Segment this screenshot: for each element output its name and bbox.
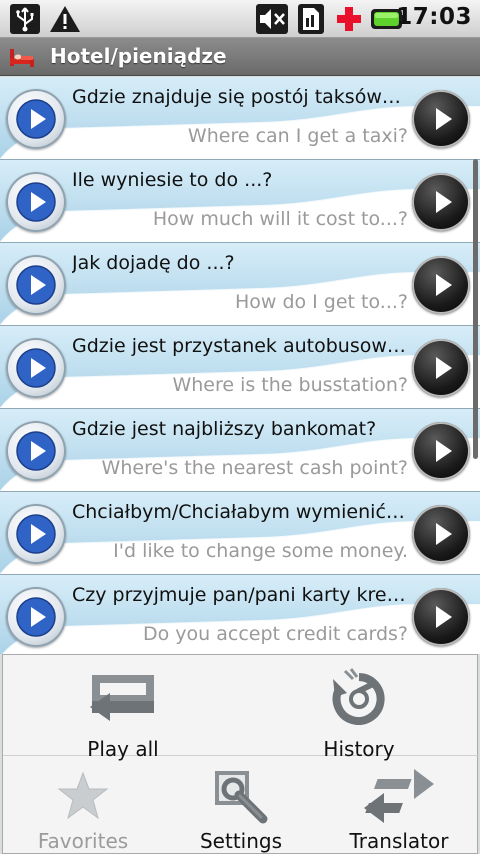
phrase-list[interactable]: Gdzie znajduje się postój taksówek? Where… xyxy=(0,77,480,654)
page-title: Hotel/pieniądze xyxy=(50,44,227,68)
repeat-icon xyxy=(43,663,203,725)
play-all-label: Play all xyxy=(87,737,159,761)
phrase-polish: Gdzie jest przystanek autobusowy? xyxy=(72,335,408,357)
phrase-english: Where can I get a taxi? xyxy=(187,125,408,147)
scrollbar[interactable] xyxy=(473,159,478,459)
play-icon xyxy=(436,606,452,628)
phrase-polish: Czy przyjmuje pan/pani karty kred... xyxy=(72,584,408,606)
phrase-english: Where is the busstation? xyxy=(172,374,408,396)
play-all-button[interactable]: Play all xyxy=(43,663,203,761)
hotel-bed-icon xyxy=(8,46,36,72)
play-polish-button[interactable] xyxy=(6,587,66,647)
favorites-label: Favorites xyxy=(37,829,129,853)
play-icon xyxy=(16,182,56,222)
phrase-polish: Gdzie jest najbliższy bankomat? xyxy=(72,418,377,440)
phrase-row[interactable]: Czy przyjmuje pan/pani karty kred... Do y… xyxy=(0,575,480,654)
favorites-button[interactable]: Favorites xyxy=(5,763,161,853)
play-polish-button[interactable] xyxy=(6,172,66,232)
play-english-button[interactable] xyxy=(412,173,470,231)
swap-arrows-icon xyxy=(321,763,477,825)
settings-button[interactable]: Settings xyxy=(163,763,319,853)
play-polish-button[interactable] xyxy=(6,338,66,398)
play-icon xyxy=(16,431,56,471)
history-label: History xyxy=(323,737,395,761)
phrase-row[interactable]: Ile wyniesie to do ...? How much will it … xyxy=(0,160,480,243)
play-polish-button[interactable] xyxy=(6,504,66,564)
phrase-polish: Ile wyniesie to do ...? xyxy=(72,169,273,191)
translator-label: Translator xyxy=(349,829,449,853)
status-bar: 17:03 xyxy=(0,0,480,38)
play-english-button[interactable] xyxy=(412,422,470,480)
play-english-button[interactable] xyxy=(412,90,470,148)
usb-icon xyxy=(10,4,40,38)
star-icon xyxy=(5,763,161,825)
play-english-button[interactable] xyxy=(412,588,470,646)
phrase-row[interactable]: Jak dojadę do ...? How do I get to...? xyxy=(0,243,480,326)
title-bar: Hotel/pieniądze xyxy=(0,38,480,76)
play-icon xyxy=(436,523,452,545)
play-icon xyxy=(436,191,452,213)
phrase-polish: Chciałbym/Chciałabym wymienić ... xyxy=(72,501,408,523)
clock: 17:03 xyxy=(396,4,472,30)
play-icon xyxy=(436,108,452,130)
play-icon xyxy=(436,440,452,462)
play-polish-button[interactable] xyxy=(6,89,66,149)
phrase-row[interactable]: Gdzie znajduje się postój taksówek? Where… xyxy=(0,77,480,160)
mute-icon xyxy=(256,4,288,38)
history-button[interactable]: History xyxy=(279,663,439,761)
phrase-polish: Gdzie znajduje się postój taksówek? xyxy=(72,86,408,108)
play-icon xyxy=(16,265,56,305)
phrase-row[interactable]: Gdzie jest przystanek autobusowy? Where i… xyxy=(0,326,480,409)
warning-icon xyxy=(48,4,82,38)
phrase-english: Do you accept credit cards? xyxy=(143,623,408,645)
play-english-button[interactable] xyxy=(412,339,470,397)
sim-icon xyxy=(298,4,324,38)
phrase-row[interactable]: Chciałbym/Chciałabym wymienić ... I'd lik… xyxy=(0,492,480,575)
phrase-english: How much will it cost to...? xyxy=(152,208,408,230)
translator-button[interactable]: Translator xyxy=(321,763,477,853)
phrase-english: Where's the nearest cash point? xyxy=(101,457,408,479)
play-icon xyxy=(436,274,452,296)
play-english-button[interactable] xyxy=(412,505,470,563)
play-icon xyxy=(16,514,56,554)
play-icon xyxy=(16,597,56,637)
play-icon xyxy=(16,99,56,139)
play-icon xyxy=(16,348,56,388)
history-icon xyxy=(279,663,439,725)
play-polish-button[interactable] xyxy=(6,421,66,481)
phrase-english: How do I get to...? xyxy=(234,291,408,313)
settings-wrench-icon xyxy=(163,763,319,825)
play-icon xyxy=(436,357,452,379)
medical-cross-icon xyxy=(334,4,364,38)
phrase-row[interactable]: Gdzie jest najbliższy bankomat? Where's t… xyxy=(0,409,480,492)
play-english-button[interactable] xyxy=(412,256,470,314)
settings-label: Settings xyxy=(199,829,283,853)
play-polish-button[interactable] xyxy=(6,255,66,315)
options-menu: Play all History Favorites Settings Tran… xyxy=(2,654,479,854)
phrase-english: I'd like to change some money. xyxy=(113,540,408,562)
phrase-polish: Jak dojadę do ...? xyxy=(72,252,235,274)
